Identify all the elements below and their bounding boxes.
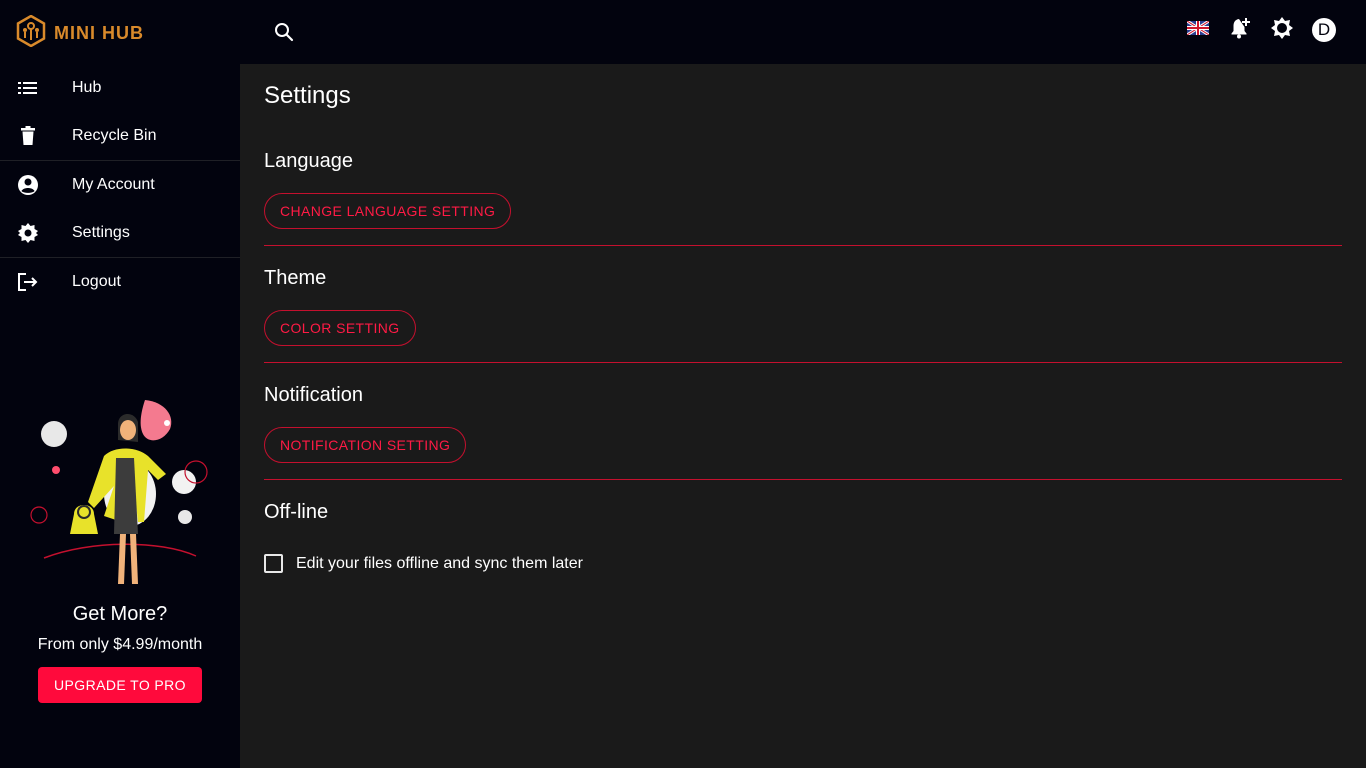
offline-sync-checkbox[interactable] bbox=[264, 554, 283, 573]
section-title-theme: Theme bbox=[264, 267, 327, 289]
top-app-bar: MINI HUB D bbox=[0, 0, 1366, 64]
sidebar-item-recycle-bin[interactable]: Recycle Bin bbox=[0, 112, 240, 160]
list-icon bbox=[16, 76, 40, 100]
logout-icon bbox=[16, 270, 40, 294]
promo-title: Get More? bbox=[72, 603, 168, 625]
uk-flag-icon bbox=[1186, 19, 1210, 40]
search-button[interactable] bbox=[272, 20, 296, 44]
notification-add-button[interactable] bbox=[1228, 16, 1252, 45]
color-setting-button[interactable]: COLOR SETTING bbox=[264, 310, 416, 346]
sidebar-item-logout[interactable]: Logout bbox=[0, 258, 240, 306]
section-divider bbox=[264, 479, 1342, 480]
sidebar-item-hub[interactable]: Hub bbox=[0, 64, 240, 112]
logo-icon bbox=[16, 14, 46, 52]
bell-plus-icon bbox=[1228, 16, 1252, 45]
offline-sync-option[interactable]: Edit your files offline and sync them la… bbox=[264, 554, 1342, 573]
section-title-offline: Off-line bbox=[264, 501, 329, 523]
change-language-button[interactable]: CHANGE LANGUAGE SETTING bbox=[264, 193, 512, 229]
section-divider bbox=[264, 245, 1342, 246]
promo-illustration bbox=[30, 400, 210, 598]
upgrade-promo: Get More? From only $4.99/month UPGRADE … bbox=[0, 394, 240, 703]
gear-icon bbox=[16, 221, 40, 245]
app-name: MINI HUB bbox=[54, 23, 144, 43]
account-circle-icon bbox=[16, 173, 40, 197]
promo-subtitle: From only $4.99/month bbox=[37, 636, 203, 653]
sidebar-item-label: Settings bbox=[72, 224, 130, 241]
offline-sync-label: Edit your files offline and sync them la… bbox=[296, 554, 583, 572]
settings-page: Settings Language CHANGE LANGUAGE SETTIN… bbox=[264, 64, 1342, 573]
section-title-language: Language bbox=[264, 150, 353, 172]
notification-setting-button[interactable]: NOTIFICATION SETTING bbox=[264, 427, 467, 463]
section-title-notification: Notification bbox=[264, 384, 363, 406]
language-button[interactable] bbox=[1186, 18, 1210, 42]
avatar: D bbox=[1312, 18, 1336, 42]
upgrade-button[interactable]: UPGRADE TO PRO bbox=[38, 667, 202, 703]
app-logo[interactable]: MINI HUB bbox=[16, 14, 144, 52]
sidebar-item-label: Logout bbox=[72, 273, 121, 290]
section-divider bbox=[264, 362, 1342, 363]
brightness-icon bbox=[1270, 16, 1294, 45]
sidebar-item-settings[interactable]: Settings bbox=[0, 209, 240, 257]
sidebar: Hub Recycle Bin My Account Settings Logo… bbox=[0, 64, 240, 768]
sidebar-item-my-account[interactable]: My Account bbox=[0, 161, 240, 209]
trash-icon bbox=[16, 124, 40, 148]
account-avatar-button[interactable]: D bbox=[1312, 18, 1336, 42]
sidebar-item-label: Recycle Bin bbox=[72, 127, 157, 144]
search-icon bbox=[272, 23, 296, 48]
page-title: Settings bbox=[264, 82, 351, 109]
theme-toggle-button[interactable] bbox=[1270, 16, 1294, 45]
sidebar-item-label: My Account bbox=[72, 176, 155, 193]
sidebar-item-label: Hub bbox=[72, 79, 102, 96]
